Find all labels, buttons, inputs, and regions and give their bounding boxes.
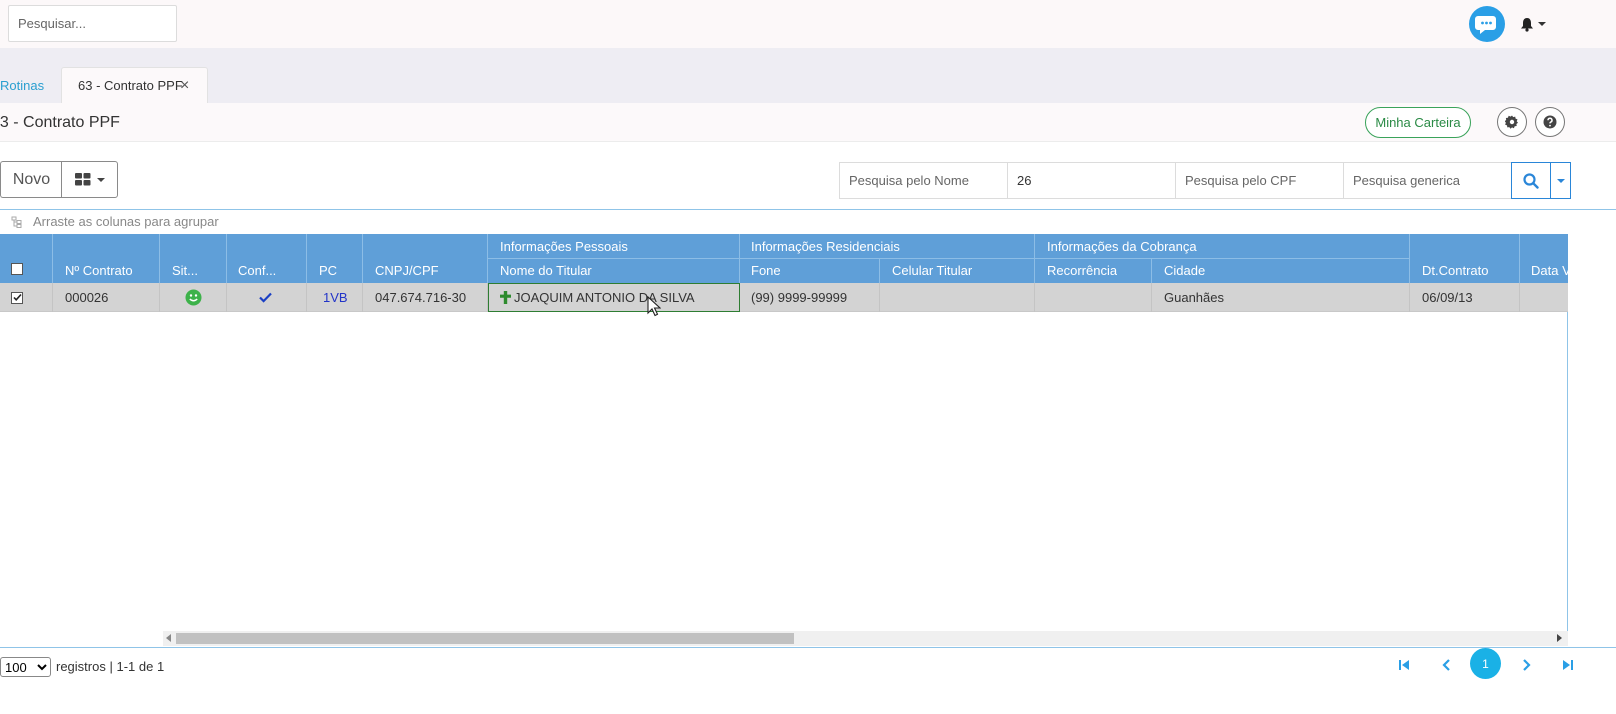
horizontal-scrollbar[interactable] <box>163 631 1568 646</box>
layout-menu-button[interactable] <box>61 161 118 198</box>
checkmark-icon <box>12 293 22 301</box>
bell-icon <box>1521 17 1533 32</box>
help-button[interactable] <box>1535 107 1565 137</box>
records-label: registros <box>56 659 106 674</box>
cell-pc: 1VB <box>323 290 348 305</box>
records-range: | 1-1 de 1 <box>109 659 165 674</box>
column-header-celular[interactable]: Celular Titular <box>892 263 972 278</box>
records-info: registros | 1-1 de 1 <box>56 659 164 674</box>
filter-generica-input[interactable] <box>1343 162 1511 199</box>
cell-contrato: 000026 <box>65 290 109 305</box>
cell-nome-selected[interactable]: JOAQUIM ANTONIO DA SILVA <box>488 283 740 312</box>
novo-button[interactable]: Novo <box>0 161 62 198</box>
group-hint-text: Arraste as colunas para agrupar <box>33 214 219 229</box>
page-size-select[interactable]: 100 <box>0 657 51 677</box>
tab-rotinas[interactable]: Rotinas <box>0 78 44 93</box>
close-icon[interactable]: × <box>180 78 189 94</box>
cross-icon <box>500 291 511 304</box>
column-header-data-v[interactable]: Data V <box>1531 263 1568 278</box>
global-search-input[interactable] <box>8 5 177 42</box>
minha-carteira-button[interactable]: Minha Carteira <box>1365 107 1471 138</box>
column-header-situacao[interactable]: Sit... <box>172 263 198 278</box>
page-title: 63 - Contrato PPF <box>0 114 120 131</box>
cell-recorrencia <box>1047 283 1147 312</box>
filter-contrato-input[interactable] <box>1007 162 1175 199</box>
top-bar <box>0 0 1616 48</box>
group-header-cobranca: Informações da Cobrança <box>1047 239 1197 254</box>
checkmark-icon <box>259 292 272 303</box>
group-icon <box>11 216 22 228</box>
column-header-pc[interactable]: PC <box>319 263 337 278</box>
grid-header: Informações Pessoais Informações Residen… <box>0 234 1568 283</box>
cell-confirmacao <box>259 283 275 312</box>
notifications-button[interactable] <box>1520 14 1554 34</box>
cell-celular <box>892 283 1032 312</box>
column-header-recorrencia[interactable]: Recorrência <box>1047 263 1117 278</box>
chevron-down-icon <box>1538 22 1546 26</box>
column-header-contrato[interactable]: Nº Contrato <box>65 263 133 278</box>
next-page-icon[interactable] <box>1522 659 1532 671</box>
row-checkbox-cell[interactable] <box>11 283 31 312</box>
question-icon <box>1543 115 1557 129</box>
cell-cidade: Guanhães <box>1164 290 1224 305</box>
column-header-cidade[interactable]: Cidade <box>1164 263 1205 278</box>
scroll-right-icon[interactable] <box>1557 634 1562 642</box>
chat-button[interactable] <box>1469 6 1505 42</box>
settings-button[interactable] <box>1497 107 1527 137</box>
scrollbar-thumb[interactable] <box>176 633 794 644</box>
tab-label: 63 - Contrato PPF <box>78 78 183 93</box>
row-checkbox[interactable] <box>11 291 23 304</box>
chevron-down-icon <box>96 177 105 182</box>
group-drop-area[interactable]: Arraste as colunas para agrupar <box>11 214 219 229</box>
page-header: 63 - Contrato PPF Minha Carteira <box>0 103 1616 142</box>
last-page-icon[interactable] <box>1562 659 1574 671</box>
cell-data-v <box>1531 283 1568 312</box>
cell-cnpj: 047.674.716-30 <box>375 290 467 305</box>
tab-strip: Rotinas 63 - Contrato PPF × <box>0 48 1616 104</box>
filter-group <box>839 162 1571 199</box>
data-grid: Informações Pessoais Informações Residen… <box>0 234 1568 646</box>
search-icon <box>1523 172 1539 189</box>
chat-bubbles-icon <box>1475 16 1496 34</box>
select-all-checkbox[interactable] <box>11 263 23 275</box>
cell-dt-contrato: 06/09/13 <box>1422 290 1473 305</box>
column-header-confirmacao[interactable]: Conf... <box>238 263 276 278</box>
filter-nome-input[interactable] <box>839 162 1007 199</box>
scroll-left-icon[interactable] <box>166 634 171 642</box>
chevron-down-icon <box>1556 178 1565 183</box>
smiley-icon <box>185 289 202 306</box>
table-row[interactable]: 000026 1VB 047.674.716-30 JOAQUIM ANTONI… <box>0 283 1568 312</box>
first-page-icon[interactable] <box>1398 659 1410 671</box>
cell-situacao <box>185 283 205 312</box>
filter-options-button[interactable] <box>1551 162 1571 199</box>
tab-contrato-ppf[interactable]: 63 - Contrato PPF × <box>61 67 208 104</box>
column-header-nome[interactable]: Nome do Titular <box>500 263 592 278</box>
cell-fone: (99) 9999-99999 <box>751 290 848 305</box>
grid-view-icon <box>74 173 90 186</box>
column-header-cnpj[interactable]: CNPJ/CPF <box>375 263 439 278</box>
page-button-current[interactable]: 1 <box>1470 648 1501 679</box>
group-header-residenciais: Informações Residenciais <box>751 239 900 254</box>
filter-search-button[interactable] <box>1511 162 1551 199</box>
cell-nome-text: JOAQUIM ANTONIO DA SILVA <box>514 290 695 305</box>
column-header-dt-contrato[interactable]: Dt.Contrato <box>1422 263 1488 278</box>
previous-page-icon[interactable] <box>1441 659 1451 671</box>
group-header-pessoais: Informações Pessoais <box>500 239 628 254</box>
divider <box>0 209 1616 210</box>
pagination-bar: 100 registros | 1-1 de 1 1 <box>0 647 1616 685</box>
mouse-cursor-icon <box>647 296 661 317</box>
column-header-fone[interactable]: Fone <box>751 263 781 278</box>
filter-cpf-input[interactable] <box>1175 162 1343 199</box>
gear-icon <box>1505 115 1518 129</box>
